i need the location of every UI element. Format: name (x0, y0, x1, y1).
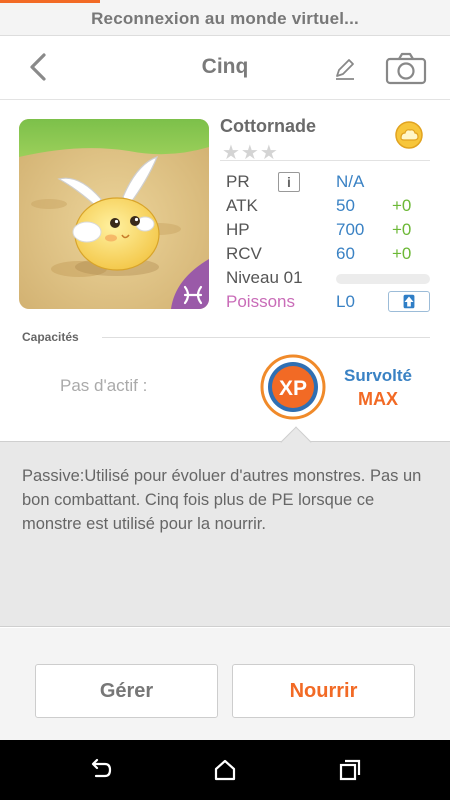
manage-button[interactable]: Gérer (35, 664, 218, 718)
skill-description: Passive:Utilisé pour évoluer d'autres mo… (22, 467, 422, 533)
atk-value: 50 (336, 196, 355, 215)
hp-label: HP (226, 220, 250, 239)
level-row: Niveau 01 (226, 268, 431, 290)
pr-value: N/A (336, 172, 365, 191)
android-home-icon[interactable] (212, 758, 238, 782)
stat-row-pr: PR i N/A (226, 172, 431, 194)
android-back-icon[interactable] (88, 758, 114, 782)
atk-label: ATK (226, 196, 258, 215)
pr-label: PR (226, 172, 250, 191)
skill-description-panel: Passive:Utilisé pour évoluer d'autres mo… (0, 426, 450, 627)
android-recents-icon[interactable] (337, 758, 363, 782)
reconnect-banner: Reconnexion au monde virtuel... (0, 0, 450, 36)
rcv-value: 60 (336, 244, 355, 263)
skill-level: MAX (358, 389, 398, 409)
sign-row: Poissons L0 (226, 291, 431, 314)
pencil-icon[interactable] (332, 56, 358, 82)
monster-name: Cottornade (220, 116, 316, 136)
sign-label: Poissons (226, 292, 295, 311)
description-pointer (280, 426, 312, 458)
xp-skill-icon[interactable]: XP (260, 354, 326, 420)
page-title: Cinq (201, 55, 249, 78)
no-active-label: Pas d'actif : (60, 376, 148, 395)
abilities-section-label: Capacités (22, 330, 79, 344)
action-bar: Gérer Nourrir (0, 628, 450, 740)
app-header: Cinq (0, 36, 450, 100)
hp-bonus: +0 (392, 220, 412, 239)
level-label: Niveau 01 (226, 268, 303, 287)
rcv-bonus: +0 (392, 244, 412, 263)
reconnect-text: Reconnexion au monde virtuel... (91, 9, 359, 28)
sign-level-value: L0 (336, 292, 355, 311)
name-divider (220, 160, 430, 161)
atk-bonus: +0 (392, 196, 412, 215)
rarity-stars: ★★★ (222, 142, 279, 164)
skill-name: Survolté (343, 366, 413, 385)
system-nav-bar (0, 740, 450, 800)
upgrade-button[interactable] (388, 291, 430, 312)
hp-value: 700 (336, 220, 365, 239)
stat-row-hp: HP 700 +0 (226, 220, 431, 242)
rcv-label: RCV (226, 244, 262, 263)
feed-button[interactable]: Nourrir (232, 664, 415, 718)
abilities-divider (102, 337, 430, 338)
stat-row-rcv: RCV 60 +0 (226, 244, 431, 266)
arrow-up-icon (403, 294, 415, 309)
level-progress-bar (336, 274, 430, 284)
xp-badge-text: XP (279, 377, 307, 400)
camera-icon[interactable] (385, 51, 427, 85)
loading-accent-bar (0, 0, 100, 3)
monster-portrait[interactable] (19, 119, 209, 309)
cloud-orb-icon (395, 121, 423, 149)
info-icon[interactable]: i (278, 172, 300, 192)
stat-row-atk: ATK 50 +0 (226, 196, 431, 218)
